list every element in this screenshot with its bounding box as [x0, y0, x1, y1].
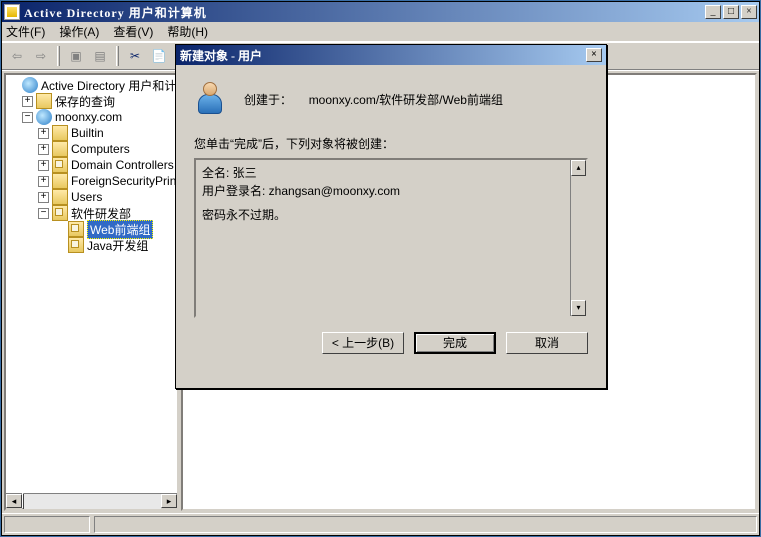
expand-icon[interactable]: + [22, 96, 33, 107]
tree-label: Users [71, 190, 102, 204]
toolbar-separator [57, 46, 60, 66]
app-icon [4, 4, 20, 20]
copy-icon[interactable]: 📄 [148, 45, 170, 67]
tree-label: Domain Controllers [71, 158, 174, 172]
dialog-title: 新建对象 - 用户 [180, 47, 262, 64]
finish-button[interactable]: 完成 [414, 332, 496, 354]
up-button[interactable]: ▣ [65, 45, 87, 67]
folder-icon [52, 141, 68, 157]
menubar: 文件(F) 操作(A) 查看(V) 帮助(H) [2, 22, 759, 42]
toolbar-separator [116, 46, 119, 66]
pwd-never-expires: 密码永不过期。 [202, 208, 286, 222]
scroll-down-icon[interactable]: ▾ [571, 300, 586, 316]
collapse-icon[interactable]: − [22, 112, 33, 123]
folder-icon [52, 189, 68, 205]
ou-icon [52, 205, 68, 221]
dialog-button-row: < 上一步(B) 完成 取消 [194, 332, 588, 354]
globe-icon [22, 77, 38, 93]
summary-scrollbar[interactable]: ▴ ▾ [570, 160, 586, 316]
tree-label: ForeignSecurityPrincipals [71, 174, 177, 188]
summary-textarea[interactable]: 全名: 张三 用户登录名: zhangsan@moonxy.com 密码永不过期… [194, 158, 588, 318]
close-button[interactable]: × [741, 5, 757, 19]
minimize-button[interactable]: _ [705, 5, 721, 19]
cut-icon[interactable]: ✂ [124, 45, 146, 67]
scroll-right-icon[interactable]: ▸ [161, 494, 177, 508]
collapse-icon[interactable]: − [38, 208, 49, 219]
scroll-left-icon[interactable]: ◂ [6, 494, 22, 508]
expand-icon[interactable]: + [38, 144, 49, 155]
nav-back-button[interactable]: ⇦ [6, 45, 28, 67]
created-in-path: moonxy.com/软件研发部/Web前端组 [309, 93, 503, 107]
titlebar: Active Directory 用户和计算机 _ □ × [2, 2, 759, 22]
expand-icon[interactable]: + [38, 160, 49, 171]
tree-root-label: Active Directory 用户和计算机 [41, 77, 177, 94]
tree-computers[interactable]: + Computers [6, 141, 177, 157]
statusbar [2, 513, 759, 535]
menu-view[interactable]: 查看(V) [113, 23, 153, 40]
folder-icon [36, 93, 52, 109]
menu-file[interactable]: 文件(F) [6, 23, 45, 40]
dialog-titlebar: 新建对象 - 用户 × [176, 45, 606, 65]
properties-button[interactable]: ▤ [89, 45, 111, 67]
tree-scrollbar-horizontal[interactable]: ◂ ▸ [6, 493, 177, 509]
menu-help[interactable]: 帮助(H) [167, 23, 208, 40]
new-user-dialog: 新建对象 - 用户 × 创建于： moonxy.com/软件研发部/Web前端组… [175, 44, 607, 389]
tree-web-group[interactable]: Web前端组 [6, 221, 177, 237]
expand-icon[interactable]: + [38, 192, 49, 203]
maximize-button[interactable]: □ [723, 5, 739, 19]
tree-domain-controllers[interactable]: + Domain Controllers [6, 157, 177, 173]
dialog-header: 创建于： moonxy.com/软件研发部/Web前端组 [194, 79, 588, 119]
ou-icon [52, 157, 68, 173]
window-title: Active Directory 用户和计算机 [24, 4, 207, 21]
back-button[interactable]: < 上一步(B) [322, 332, 404, 354]
tree-label: 保存的查询 [55, 93, 115, 110]
tree-saved-queries[interactable]: + 保存的查询 [6, 93, 177, 109]
full-name-value: 张三 [233, 166, 257, 180]
folder-icon [52, 173, 68, 189]
ou-icon [68, 221, 84, 237]
cancel-button[interactable]: 取消 [506, 332, 588, 354]
tree-java-group[interactable]: Java开发组 [6, 237, 177, 253]
menu-action[interactable]: 操作(A) [59, 23, 99, 40]
dialog-close-button[interactable]: × [586, 48, 602, 62]
tree-pane: Active Directory 用户和计算机 + 保存的查询 − moonxy… [4, 73, 179, 511]
status-cell [4, 516, 90, 533]
tree-domain[interactable]: − moonxy.com [6, 109, 177, 125]
tree-label: Java开发组 [87, 237, 148, 254]
logon-value: zhangsan@moonxy.com [269, 184, 400, 198]
tree-foreign-sec[interactable]: + ForeignSecurityPrincipals [6, 173, 177, 189]
tree-builtin[interactable]: + Builtin [6, 125, 177, 141]
expand-icon[interactable]: + [38, 176, 49, 187]
user-icon [194, 82, 228, 116]
scroll-up-icon[interactable]: ▴ [571, 160, 586, 176]
expand-icon[interactable]: + [38, 128, 49, 139]
tree-label: Builtin [71, 126, 104, 140]
ou-icon [68, 237, 84, 253]
tree-label: Computers [71, 142, 130, 156]
full-name-label: 全名: [202, 166, 233, 180]
status-cell [94, 516, 757, 533]
created-in-label: 创建于： [244, 93, 292, 107]
logon-label: 用户登录名: [202, 184, 269, 198]
tree-label: moonxy.com [55, 110, 122, 124]
nav-forward-button[interactable]: ⇨ [30, 45, 52, 67]
tree-root[interactable]: Active Directory 用户和计算机 [6, 77, 177, 93]
confirm-text: 您单击“完成”后，下列对象将被创建： [194, 135, 588, 152]
domain-icon [36, 109, 52, 125]
tree-users[interactable]: + Users [6, 189, 177, 205]
folder-icon [52, 125, 68, 141]
